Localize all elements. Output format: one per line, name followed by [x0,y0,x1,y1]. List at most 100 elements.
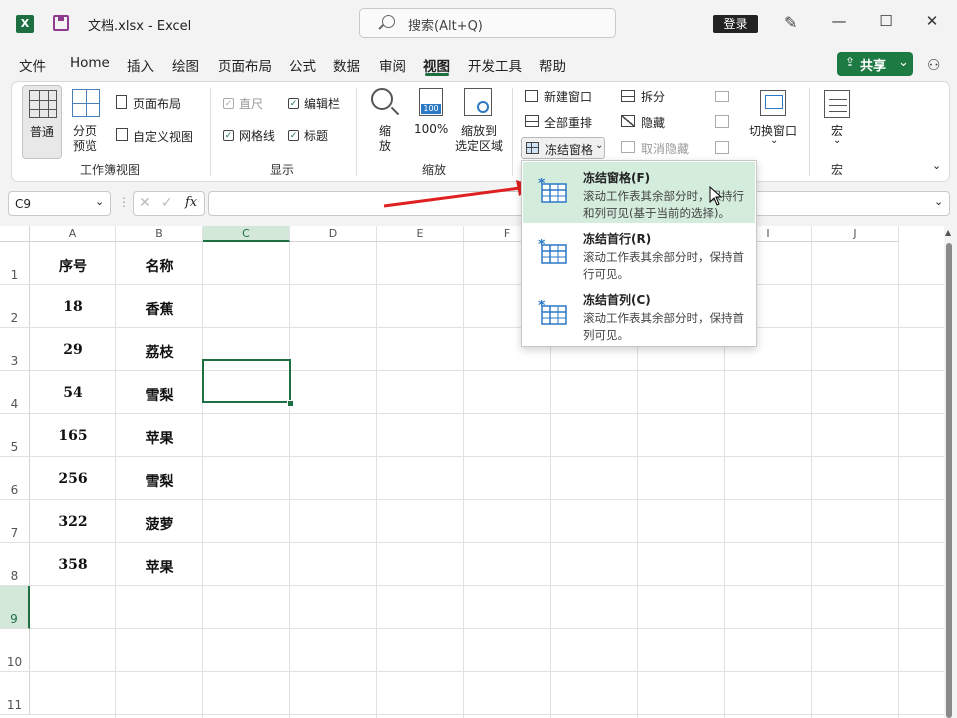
cell-b5[interactable]: 苹果 [116,428,203,448]
ruler-checkbox[interactable]: ✓ [223,98,234,109]
row-number: 1 [10,268,19,282]
cell-b8[interactable]: 苹果 [116,557,203,577]
cell-b7[interactable]: 菠萝 [116,514,203,534]
row-header-5[interactable]: 5 [0,414,30,457]
row-header-8[interactable]: 8 [0,543,30,586]
ribbon-collapse-icon[interactable]: ⌄ [932,159,941,172]
search-icon [382,15,395,28]
headings-checkbox[interactable]: ✓ [288,130,299,141]
hide-button[interactable]: 隐藏 [641,114,665,131]
cell-b6[interactable]: 雪梨 [116,471,203,491]
row-header-7[interactable]: 7 [0,500,30,543]
column-header-b[interactable]: B [116,226,203,242]
red-arrow-annotation [383,180,534,208]
menu-file[interactable]: 文件 [19,55,46,75]
view-side-by-side-icon[interactable] [715,91,729,102]
cell-a2[interactable]: 18 [30,299,116,315]
pen-icon[interactable]: ✎ [784,13,797,32]
freeze-panes-button[interactable]: 冻结窗格 ⌄ [521,137,605,159]
column-header-c[interactable]: C [203,226,290,242]
column-header-j[interactable]: J [812,226,899,242]
zoom-to-selection-icon[interactable] [464,88,492,116]
cancel-icon[interactable]: ✕ [139,195,151,211]
row-number: 3 [10,354,19,368]
cell-b4[interactable]: 雪梨 [116,385,203,405]
new-window-button[interactable]: 新建窗口 [544,88,592,105]
sync-scrolling-icon[interactable] [715,115,729,128]
share-button[interactable]: ⇪ 共享 ⌄ [837,52,913,76]
cell-a8[interactable]: 358 [30,557,116,573]
insert-function-icon[interactable]: fx [185,195,197,210]
row-header-9[interactable]: 9 [0,586,30,629]
page-layout-button[interactable]: 页面布局 [133,95,181,112]
close-button[interactable]: ✕ [922,12,942,34]
column-header-a[interactable]: A [30,226,116,242]
gridlines-checkbox[interactable]: ✓ [223,130,234,141]
name-box[interactable]: C9 ⌄ [8,191,111,216]
row-header-3[interactable]: 3 [0,328,30,371]
scrollbar-thumb[interactable] [946,243,952,718]
zoom-100-icon[interactable]: 100 [419,88,443,116]
scroll-up-icon[interactable]: ▲ [945,228,951,237]
cell-a6[interactable]: 256 [30,471,116,487]
row-header-1[interactable]: 1 [0,242,30,285]
cell-b2[interactable]: 香蕉 [116,299,203,319]
comments-icon[interactable]: ⚇ [927,56,940,74]
menu-insert[interactable]: 插入 [127,55,154,75]
normal-view-button[interactable]: 普通 [22,85,62,159]
cell-a1[interactable]: 序号 [30,256,116,276]
cell-b1[interactable]: 名称 [116,256,203,276]
menu-formulas[interactable]: 公式 [289,55,316,75]
menu-review[interactable]: 审阅 [379,55,406,75]
zoom-icon[interactable] [371,88,393,110]
column-header-e[interactable]: E [377,226,464,242]
menu-draw[interactable]: 绘图 [172,55,199,75]
column-gridline [811,242,812,718]
switch-windows-icon[interactable] [760,90,786,116]
row-header-11[interactable]: 11 [0,672,30,715]
row-header-6[interactable]: 6 [0,457,30,500]
custom-views-button[interactable]: 自定义视图 [133,128,193,145]
worksheet-grid[interactable]: ABCDEFGHIJ 1234567891011 序号名称18香蕉29荔枝54雪… [0,226,944,718]
cell-b3[interactable]: 荔枝 [116,342,203,362]
reset-window-position-icon[interactable] [715,141,729,154]
unhide-button[interactable]: 取消隐藏 [641,140,689,157]
chevron-down-icon[interactable]: ⌄ [934,195,943,208]
menu-data[interactable]: 数据 [333,55,360,75]
active-cell[interactable] [202,359,291,403]
split-button[interactable]: 拆分 [641,88,665,105]
row-header-2[interactable]: 2 [0,285,30,328]
select-all-corner[interactable] [0,226,30,242]
formula-bar-checkbox[interactable]: ✓ [288,98,299,109]
maximize-button[interactable]: ☐ [876,12,896,34]
login-button[interactable]: 登录 [713,15,758,33]
cell-a4[interactable]: 54 [30,385,116,401]
row-gridline [30,413,944,414]
cell-a5[interactable]: 165 [30,428,116,444]
menu-item-freeze-top-row[interactable]: * 冻结首行(R) 滚动工作表其余部分时，保持首行可见。 [523,223,755,284]
search-box[interactable]: 搜索(Alt+Q) [359,8,616,38]
save-icon[interactable] [53,15,69,31]
page-break-label-2[interactable]: 预览 [73,137,97,154]
cell-a7[interactable]: 322 [30,514,116,530]
menu-page-layout[interactable]: 页面布局 [218,55,272,75]
menu-home[interactable]: Home [70,55,110,71]
zoom-100-label[interactable]: 100% [414,122,448,136]
menu-view[interactable]: 视图 [423,55,450,75]
row-header-10[interactable]: 10 [0,629,30,672]
zoom-to-selection-label-2[interactable]: 选定区域 [455,137,503,154]
menu-help[interactable]: 帮助 [539,55,566,75]
page-break-icon[interactable] [72,89,100,117]
zoom-label-2[interactable]: 放 [379,137,391,154]
arrange-all-button[interactable]: 全部重排 [544,114,592,131]
macros-icon[interactable] [824,90,850,118]
menu-developer[interactable]: 开发工具 [468,55,522,75]
enter-icon[interactable]: ✓ [161,195,173,211]
menu-item-freeze-first-column[interactable]: * 冻结首列(C) 滚动工作表其余部分时，保持首列可见。 [523,284,755,345]
minimize-button[interactable]: — [829,12,849,34]
column-header-d[interactable]: D [290,226,377,242]
cell-a3[interactable]: 29 [30,342,116,358]
more-options-icon[interactable]: ⋮ [118,195,130,209]
fill-handle[interactable] [287,400,294,407]
row-header-4[interactable]: 4 [0,371,30,414]
